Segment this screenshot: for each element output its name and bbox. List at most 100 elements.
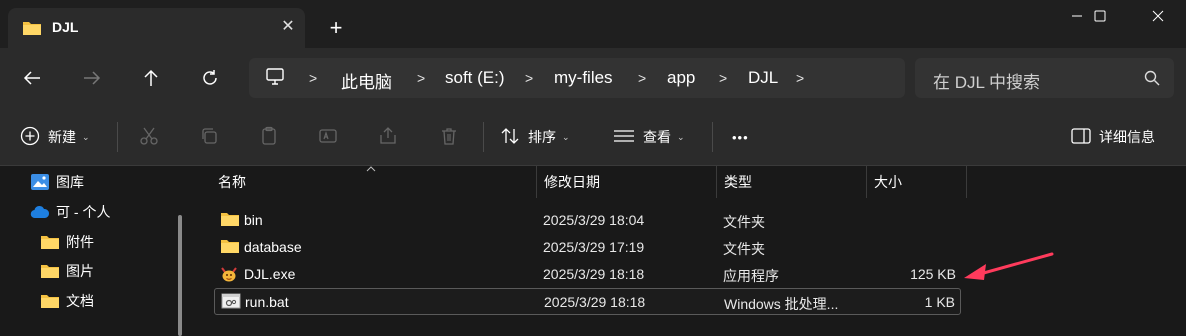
more-options-button[interactable]: ••• <box>732 122 749 152</box>
file-row-bin[interactable]: bin 2025/3/29 18:04 文件夹 <box>214 207 961 234</box>
view-button[interactable]: 查看 ⌄ <box>613 122 685 152</box>
view-label: 查看 <box>643 129 671 145</box>
new-label: 新建 <box>48 129 76 145</box>
scissors-icon <box>139 126 159 149</box>
sidebar-item-gallery[interactable]: 图库 <box>30 168 84 196</box>
back-button[interactable] <box>16 62 48 94</box>
share-button[interactable] <box>378 122 398 152</box>
folder-icon <box>40 293 60 309</box>
address-bar[interactable]: > 此电脑 > soft (E:) > my-files > app > DJL… <box>249 58 905 98</box>
copy-icon <box>199 126 219 149</box>
onedrive-cloud-icon <box>30 205 50 219</box>
file-modified: 2025/3/29 18:18 <box>543 266 645 282</box>
file-type: 文件夹 <box>723 241 765 257</box>
share-icon <box>378 126 398 149</box>
rename-icon <box>318 126 338 149</box>
copy-button[interactable] <box>199 122 219 152</box>
file-row-run-bat[interactable]: run.bat 2025/3/29 18:18 Windows 批处理... 1… <box>214 288 961 315</box>
chevron-right-icon[interactable]: > <box>719 70 727 86</box>
file-name: run.bat <box>245 294 289 310</box>
chevron-right-icon[interactable]: > <box>525 70 533 86</box>
column-divider[interactable] <box>966 166 967 198</box>
refresh-button[interactable] <box>194 62 226 94</box>
details-pane-icon <box>1071 127 1091 148</box>
breadcrumb-djl[interactable]: DJL <box>748 68 778 88</box>
file-name: database <box>244 239 302 255</box>
sidebar-item-label: 可 - 个人 <box>56 204 111 220</box>
tab-djl[interactable]: DJL ✕ <box>8 8 305 48</box>
search-icon[interactable] <box>1144 70 1160 89</box>
column-divider[interactable] <box>536 166 537 198</box>
navigation-bar: > 此电脑 > soft (E:) > my-files > app > DJL… <box>0 48 1186 108</box>
folder-icon <box>220 238 240 257</box>
close-tab-icon[interactable]: ✕ <box>278 17 298 37</box>
sidebar-item-pictures[interactable]: 图片 <box>40 257 94 285</box>
maximize-button[interactable] <box>1077 0 1123 32</box>
search-placeholder: 在 DJL 中搜索 <box>933 73 1041 92</box>
column-header-modified[interactable]: 修改日期 <box>544 166 600 198</box>
gallery-icon <box>30 173 50 191</box>
sort-ascending-icon <box>366 164 376 175</box>
chevron-down-icon: ⌄ <box>677 131 685 142</box>
sort-label: 排序 <box>528 129 556 145</box>
chevron-down-icon: ⌄ <box>82 131 90 142</box>
chevron-right-icon[interactable]: > <box>638 70 646 86</box>
details-pane-button[interactable]: 详细信息 <box>1071 122 1155 152</box>
breadcrumb-app[interactable]: app <box>667 68 695 88</box>
batch-file-icon <box>221 293 241 312</box>
clipboard-icon <box>259 126 279 149</box>
paste-button[interactable] <box>259 122 279 152</box>
column-header-type[interactable]: 类型 <box>724 166 752 198</box>
forward-button[interactable] <box>76 62 108 94</box>
sidebar-scrollbar[interactable] <box>178 215 182 336</box>
divider <box>712 122 713 152</box>
navigation-pane: 图库 可 - 个人 附件 图片 文档 <box>0 166 195 336</box>
sidebar-item-onedrive[interactable]: 可 - 个人 <box>30 198 110 226</box>
sidebar-item-documents[interactable]: 文档 <box>40 287 94 315</box>
file-modified: 2025/3/29 18:18 <box>544 294 646 310</box>
search-box[interactable]: 在 DJL 中搜索 <box>915 58 1174 98</box>
file-modified: 2025/3/29 17:19 <box>543 239 645 255</box>
file-row-database[interactable]: database 2025/3/29 17:19 文件夹 <box>214 234 961 261</box>
folder-icon <box>22 20 42 39</box>
new-tab-button[interactable]: + <box>322 14 350 42</box>
cut-button[interactable] <box>139 122 159 152</box>
computer-icon <box>265 68 285 89</box>
sort-arrows-icon <box>500 126 520 149</box>
column-header-size[interactable]: 大小 <box>874 166 902 198</box>
divider <box>483 122 484 152</box>
close-window-button[interactable] <box>1135 0 1181 32</box>
column-divider[interactable] <box>866 166 867 198</box>
exe-app-icon <box>220 265 238 286</box>
breadcrumb-soft-drive[interactable]: soft (E:) <box>445 68 505 88</box>
file-type: 应用程序 <box>723 268 779 284</box>
plus-circle-icon <box>20 126 40 149</box>
file-name: DJL.exe <box>244 266 296 282</box>
chevron-right-icon[interactable]: > <box>309 70 317 86</box>
file-type: 文件夹 <box>723 214 765 230</box>
chevron-right-icon[interactable]: > <box>796 70 804 86</box>
file-name: bin <box>244 212 263 228</box>
column-header-name[interactable]: 名称 <box>218 166 246 198</box>
chevron-down-icon: ⌄ <box>562 131 570 142</box>
file-type: Windows 批处理... <box>724 296 839 312</box>
column-divider[interactable] <box>716 166 717 198</box>
chevron-right-icon[interactable]: > <box>417 70 425 86</box>
sort-button[interactable]: 排序 ⌄ <box>500 122 570 152</box>
title-bar: DJL ✕ + <box>0 0 1186 48</box>
sidebar-item-attachments[interactable]: 附件 <box>40 228 94 256</box>
file-size: 125 KB <box>910 266 956 282</box>
tab-title: DJL <box>52 19 79 35</box>
folder-icon <box>40 234 60 250</box>
up-button[interactable] <box>135 62 167 94</box>
file-row-djl-exe[interactable]: DJL.exe 2025/3/29 18:18 应用程序 125 KB <box>214 261 961 288</box>
view-lines-icon <box>613 126 635 149</box>
folder-icon <box>220 211 240 230</box>
folder-icon <box>40 263 60 279</box>
delete-button[interactable] <box>439 122 459 152</box>
breadcrumb-my-files[interactable]: my-files <box>554 68 613 88</box>
annotation-arrow <box>962 250 1054 285</box>
breadcrumb-this-pc[interactable]: 此电脑 <box>341 68 392 93</box>
new-button[interactable]: 新建 ⌄ <box>20 122 90 152</box>
rename-button[interactable] <box>318 122 338 152</box>
